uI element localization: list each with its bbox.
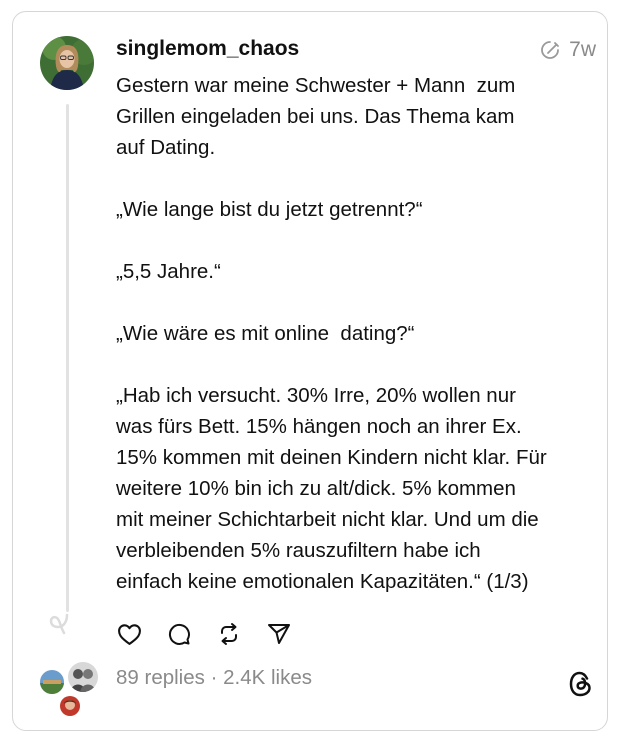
replier-avatar: [38, 668, 66, 696]
post-actions: [116, 621, 292, 647]
thread-connector-line: [66, 104, 69, 612]
heart-icon: [117, 623, 141, 645]
replier-avatar: [58, 694, 82, 718]
thread-loop-icon: [49, 613, 69, 635]
share-button[interactable]: [266, 621, 292, 647]
post-stats[interactable]: 89 replies · 2.4K likes: [116, 666, 312, 690]
threads-logo-icon[interactable]: [568, 670, 594, 703]
author-avatar[interactable]: [40, 36, 94, 90]
post-timestamp[interactable]: 7w: [569, 38, 596, 62]
author-username[interactable]: singlemom_chaos: [116, 37, 299, 61]
share-send-icon: [268, 624, 290, 644]
replier-avatar: [66, 660, 100, 694]
reply-button[interactable]: [166, 621, 192, 647]
repost-button[interactable]: [216, 621, 242, 647]
edited-pencil-circle-icon: [541, 41, 560, 59]
replier-avatars[interactable]: [38, 660, 100, 718]
repost-icon: [221, 623, 237, 645]
post-text: Gestern war meine Schwester + Mann zum G…: [116, 74, 547, 593]
post-meta: 7w: [539, 38, 596, 62]
like-button[interactable]: [116, 621, 142, 647]
comment-bubble-icon: [168, 623, 190, 645]
